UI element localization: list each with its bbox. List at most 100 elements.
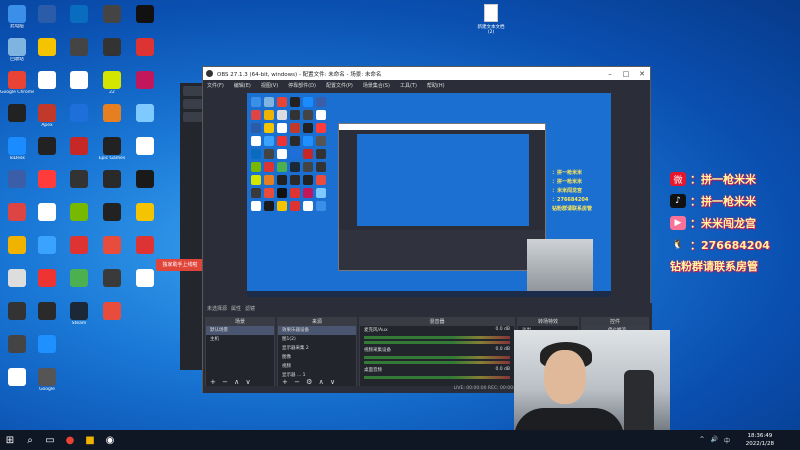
desktop-icon[interactable] bbox=[128, 68, 162, 101]
volume-meter[interactable] bbox=[364, 341, 510, 344]
preview-desktop-icons bbox=[251, 97, 331, 211]
desktop-icon[interactable] bbox=[0, 200, 34, 233]
desktop-icon[interactable]: 22 bbox=[95, 68, 129, 101]
desktop-icon[interactable] bbox=[30, 2, 64, 35]
desktop-icon[interactable]: 此电脑 bbox=[0, 2, 34, 35]
source-item[interactable]: 图1(2) bbox=[278, 335, 356, 344]
volume-meter[interactable] bbox=[364, 376, 510, 379]
menu-item[interactable]: 配置文件(P) bbox=[326, 82, 353, 89]
maximize-button[interactable]: □ bbox=[618, 70, 634, 78]
desktop-icon[interactable] bbox=[95, 2, 129, 35]
qq-number: ：276684204 bbox=[690, 239, 770, 252]
desktop-icon[interactable] bbox=[0, 233, 34, 266]
clock[interactable]: 18:36:49 2022/1/28 bbox=[746, 432, 774, 448]
scene-item[interactable]: 默认场景 bbox=[206, 326, 274, 335]
volume-meter[interactable] bbox=[364, 356, 510, 359]
desktop-icon[interactable] bbox=[128, 134, 162, 167]
desktop-icon[interactable]: Apex bbox=[30, 101, 64, 134]
desktop-icon[interactable]: 回收站 bbox=[0, 35, 34, 68]
scenes-dock: 场景 默认场景 主机 + − ∧ ∨ bbox=[205, 317, 275, 389]
source-item[interactable]: 视频 bbox=[278, 362, 356, 371]
desktop-icon[interactable] bbox=[62, 68, 96, 101]
desktop-icon[interactable] bbox=[30, 299, 64, 332]
desktop-icon[interactable] bbox=[0, 266, 34, 299]
source-item[interactable]: 图像 bbox=[278, 353, 356, 362]
desktop-icon[interactable] bbox=[30, 68, 64, 101]
desktop-icon[interactable] bbox=[62, 35, 96, 68]
task-view-icon[interactable]: ▭ bbox=[40, 430, 60, 450]
desktop-icon[interactable] bbox=[30, 332, 64, 365]
menu-item[interactable]: 编辑(E) bbox=[234, 82, 251, 89]
desktop-icon[interactable] bbox=[62, 233, 96, 266]
desktop-icon[interactable] bbox=[95, 101, 129, 134]
filters-button[interactable]: 滤镜 bbox=[245, 305, 255, 312]
chrome-icon[interactable]: ● bbox=[60, 430, 80, 450]
notification-toast[interactable]: 独家助手上线啦 bbox=[156, 259, 204, 271]
close-button[interactable]: ✕ bbox=[634, 70, 650, 78]
desktop-icon[interactable] bbox=[128, 2, 162, 35]
menu-item[interactable]: 停靠部件(D) bbox=[288, 82, 316, 89]
properties-button[interactable]: 属性 bbox=[231, 305, 241, 312]
menu-item[interactable]: 文件(F) bbox=[207, 82, 224, 89]
desktop-icon-column: 此电脑 回收站 Google Chrome ToDesk bbox=[0, 2, 34, 398]
desktop-icon[interactable] bbox=[62, 167, 96, 200]
volume-meter[interactable] bbox=[364, 361, 510, 364]
source-item[interactable]: 效果乐器设备 bbox=[278, 326, 356, 335]
desktop-icon[interactable] bbox=[30, 134, 64, 167]
desktop-icon[interactable] bbox=[30, 266, 64, 299]
menu-item[interactable]: 帮助(H) bbox=[427, 82, 445, 89]
desktop-icon[interactable] bbox=[128, 101, 162, 134]
desktop-icon[interactable] bbox=[95, 167, 129, 200]
desktop-icon[interactable] bbox=[128, 35, 162, 68]
desktop-text-file[interactable]: 新建文本文档 (2) bbox=[476, 4, 506, 35]
desktop-icon[interactable] bbox=[30, 233, 64, 266]
menu-item[interactable]: 场景集合(S) bbox=[363, 82, 390, 89]
desktop-icon[interactable] bbox=[30, 35, 64, 68]
desktop-icon[interactable] bbox=[95, 299, 129, 332]
tab-no-source[interactable]: 未选择源 bbox=[207, 305, 227, 312]
volume-meter[interactable] bbox=[364, 336, 510, 339]
desktop-icon[interactable] bbox=[62, 134, 96, 167]
clock-time: 18:36:49 bbox=[747, 433, 773, 439]
desktop-icon[interactable] bbox=[0, 332, 34, 365]
desktop-icon[interactable] bbox=[62, 266, 96, 299]
desktop-icon[interactable] bbox=[62, 2, 96, 35]
scene-item[interactable]: 主机 bbox=[206, 335, 274, 344]
desktop-icon[interactable] bbox=[0, 101, 34, 134]
desktop-icon[interactable]: Google bbox=[30, 365, 64, 398]
desktop-icon[interactable] bbox=[0, 365, 34, 398]
desktop-icon[interactable] bbox=[128, 200, 162, 233]
search-icon[interactable]: ⌕ bbox=[20, 430, 40, 450]
desktop-icon[interactable] bbox=[128, 167, 162, 200]
minimize-button[interactable]: – bbox=[602, 70, 618, 78]
text-file-icon bbox=[484, 4, 498, 22]
desktop-icon[interactable]: Google Chrome bbox=[0, 68, 34, 101]
desktop-icon[interactable] bbox=[30, 167, 64, 200]
weibo-handle: ：拼一枪米米 bbox=[690, 173, 756, 186]
obs-titlebar: OBS 27.1.3 (64-bit, windows) - 配置文件: 未命名… bbox=[203, 67, 650, 80]
desktop-icon[interactable] bbox=[95, 266, 129, 299]
desktop-icon[interactable] bbox=[62, 200, 96, 233]
source-controls[interactable]: + − ⚙ ∧ ∨ bbox=[282, 378, 337, 386]
preview-icon bbox=[277, 97, 287, 107]
start-button[interactable]: ⊞ bbox=[0, 430, 20, 450]
menu-item[interactable]: 视图(V) bbox=[261, 82, 278, 89]
desktop-icon[interactable]: Steam bbox=[62, 299, 96, 332]
desktop-icon[interactable]: Epic Games bbox=[95, 134, 129, 167]
app-icon[interactable]: ■ bbox=[80, 430, 100, 450]
desktop-icon[interactable]: ToDesk bbox=[0, 134, 34, 167]
desktop-icon[interactable] bbox=[95, 35, 129, 68]
source-item[interactable]: 显示器采集 2 bbox=[278, 344, 356, 353]
desktop-icon[interactable] bbox=[62, 101, 96, 134]
desktop-icon[interactable] bbox=[0, 167, 34, 200]
obs-icon[interactable]: ◉ bbox=[100, 430, 120, 450]
menu-item[interactable]: 工具(T) bbox=[400, 82, 417, 89]
system-tray[interactable]: ^ 🔊 中 bbox=[699, 436, 730, 445]
desktop-icon[interactable] bbox=[95, 233, 129, 266]
desktop-icon[interactable] bbox=[30, 200, 64, 233]
scene-controls[interactable]: + − ∧ ∨ bbox=[210, 378, 253, 386]
taskbar: ⊞ ⌕ ▭ ● ■ ◉ ^ 🔊 中 18:36:49 2022/1/28 bbox=[0, 430, 800, 450]
obs-preview-canvas[interactable]: ：拼一枪米米 ：拼一枪米米 ：米米闯龙宫 ：276684204 钻粉群请联系房管 bbox=[247, 93, 611, 297]
desktop-icon[interactable] bbox=[95, 200, 129, 233]
desktop-icon[interactable] bbox=[0, 299, 34, 332]
